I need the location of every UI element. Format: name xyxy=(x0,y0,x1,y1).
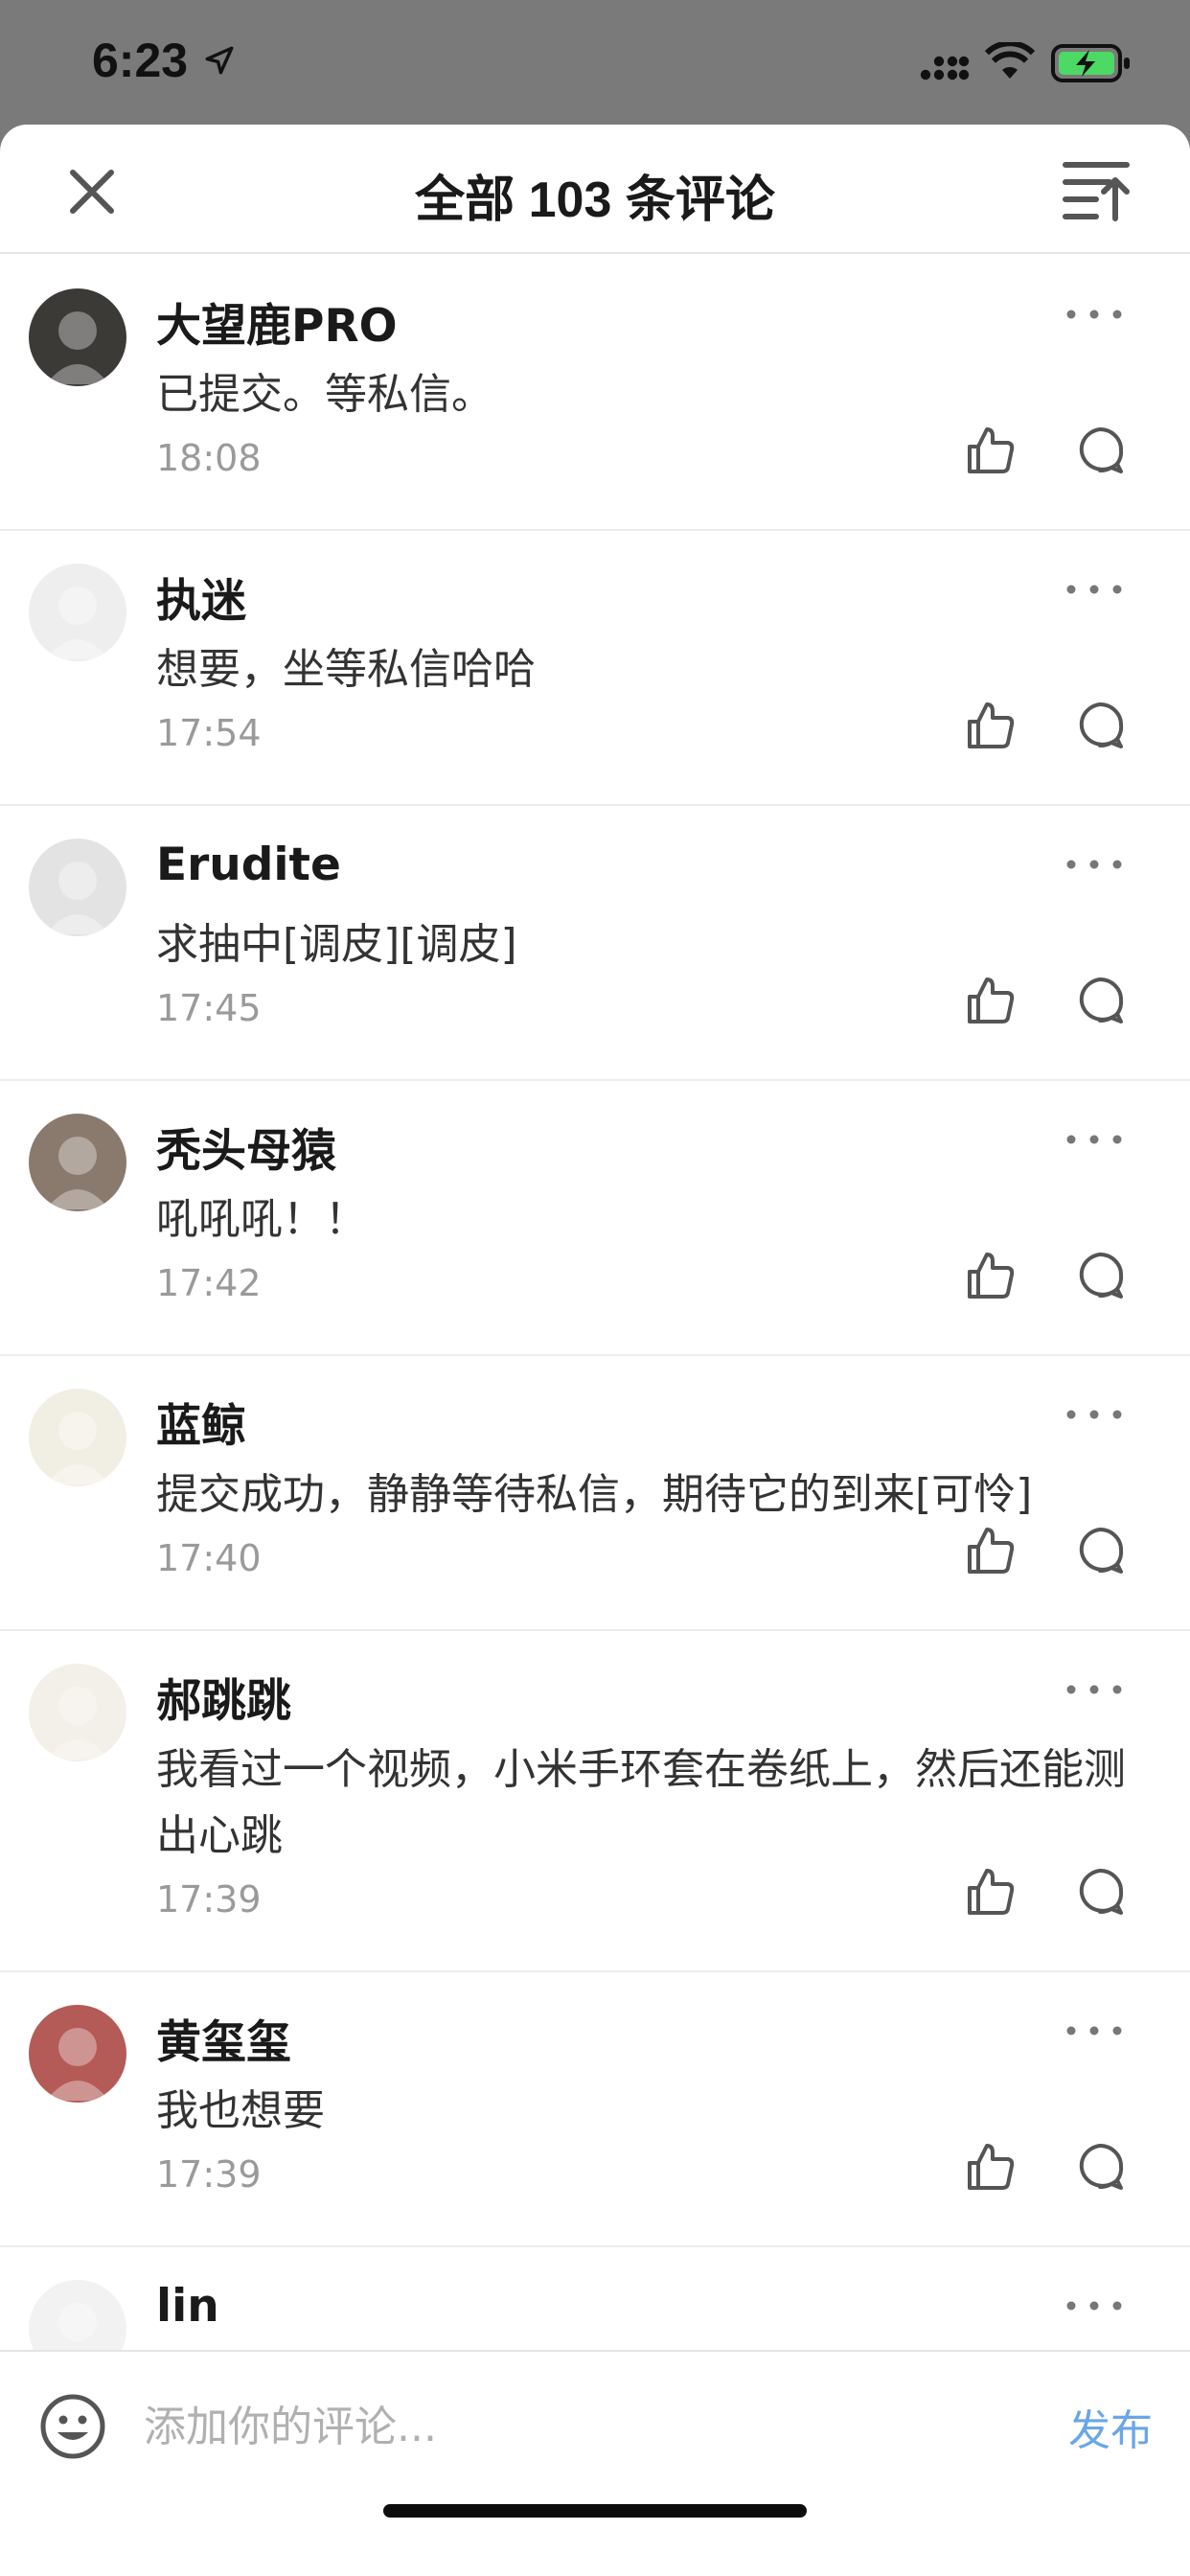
comment-text: 已提交。等私信。 xyxy=(156,370,493,419)
comment-item[interactable]: 秃头母猿 吼吼吼！！ 17:42 xyxy=(0,1081,1190,1356)
avatar[interactable] xyxy=(29,2005,126,2103)
avatar[interactable] xyxy=(29,1389,126,1486)
avatar-image xyxy=(29,1389,126,1486)
more-options-icon[interactable] xyxy=(1064,300,1125,329)
comments-sheet: 全部 103 条评论 大望鹿PRO 已提交。等私信。 18:08 执迷 想要，坐… xyxy=(0,125,1190,2576)
like-icon[interactable] xyxy=(964,2140,1018,2194)
like-icon[interactable] xyxy=(964,974,1018,1027)
comment-time: 17:42 xyxy=(156,1262,262,1304)
reply-icon[interactable] xyxy=(1073,1524,1127,1577)
page-title: 全部 103 条评论 xyxy=(415,172,775,228)
avatar-image xyxy=(29,1664,126,1761)
more-options-icon[interactable] xyxy=(1064,1400,1125,1429)
reply-icon[interactable] xyxy=(1073,974,1127,1027)
reply-icon[interactable] xyxy=(1073,424,1127,477)
comment-text: 想要，坐等私信哈哈 xyxy=(156,645,536,694)
avatar[interactable] xyxy=(29,839,126,936)
comment-text: 提交成功，静静等待私信，期待它的到来[可怜] xyxy=(156,1470,1033,1519)
comment-author[interactable]: lin xyxy=(156,2280,219,2333)
comment-item[interactable]: 郝跳跳 我看过一个视频，小米手环套在卷纸上，然后还能测出心跳 17:39 xyxy=(0,1631,1190,1972)
comment-text: 我看过一个视频，小米手环套在卷纸上，然后还能测出心跳 xyxy=(156,1745,1126,1860)
avatar[interactable] xyxy=(29,1664,126,1761)
comment-item[interactable]: 大望鹿PRO 已提交。等私信。 18:08 xyxy=(0,256,1190,531)
comment-text: 我也想要 xyxy=(156,2086,325,2135)
like-icon[interactable] xyxy=(964,1865,1018,1919)
avatar-image xyxy=(29,2005,126,2103)
comment-author[interactable]: 郝跳跳 xyxy=(156,1664,291,1730)
comment-time: 17:39 xyxy=(156,2153,262,2196)
comment-item[interactable]: 蓝鲸 提交成功，静静等待私信，期待它的到来[可怜] 17:40 xyxy=(0,1356,1190,1631)
comment-input[interactable] xyxy=(144,2390,1006,2463)
more-options-icon[interactable] xyxy=(1064,2016,1125,2045)
more-options-icon[interactable] xyxy=(1064,1675,1125,1704)
reply-icon[interactable] xyxy=(1073,1865,1127,1919)
like-icon[interactable] xyxy=(964,1524,1018,1577)
more-options-icon[interactable] xyxy=(1064,1125,1125,1154)
comment-time: 18:08 xyxy=(156,437,262,479)
comment-text: 吼吼吼！！ xyxy=(156,1195,367,1244)
avatar-image xyxy=(29,288,126,386)
reply-icon[interactable] xyxy=(1073,699,1127,752)
status-bar: 6:23 xyxy=(0,0,1190,125)
avatar[interactable] xyxy=(29,1114,126,1211)
cellular-signal-icon xyxy=(920,56,970,80)
comment-author[interactable]: 黄玺玺 xyxy=(156,2005,291,2071)
comment-time: 17:45 xyxy=(156,987,262,1029)
comment-author[interactable]: 大望鹿PRO xyxy=(156,288,398,355)
comment-item[interactable]: Erudite 求抽中[调皮][调皮] 17:45 xyxy=(0,806,1190,1081)
comment-compose-bar: 发布 xyxy=(0,2350,1190,2576)
like-icon[interactable] xyxy=(964,1249,1018,1302)
comment-list: 大望鹿PRO 已提交。等私信。 18:08 执迷 想要，坐等私信哈哈 17:54… xyxy=(0,256,1190,2378)
home-indicator xyxy=(383,2504,807,2518)
avatar-image xyxy=(29,1114,126,1211)
status-time: 6:23 xyxy=(92,34,189,87)
comment-text: 求抽中[调皮][调皮] xyxy=(156,920,517,969)
comment-author[interactable]: 执迷 xyxy=(156,564,246,630)
battery-charging-icon xyxy=(1051,44,1130,82)
reply-icon[interactable] xyxy=(1073,2140,1127,2194)
comment-item[interactable]: 黄玺玺 我也想要 17:39 xyxy=(0,1972,1190,2247)
comment-time: 17:54 xyxy=(156,712,262,754)
comment-item[interactable]: 执迷 想要，坐等私信哈哈 17:54 xyxy=(0,531,1190,806)
publish-button[interactable]: 发布 xyxy=(1068,2396,1153,2457)
more-options-icon[interactable] xyxy=(1064,850,1125,879)
comment-time: 17:40 xyxy=(156,1537,262,1579)
reply-icon[interactable] xyxy=(1073,1249,1127,1302)
comment-author[interactable]: 蓝鲸 xyxy=(156,1389,246,1455)
sort-icon[interactable] xyxy=(1062,159,1131,222)
more-options-icon[interactable] xyxy=(1064,2291,1125,2320)
comment-time: 17:39 xyxy=(156,1878,262,1920)
avatar[interactable] xyxy=(29,288,126,386)
comment-author[interactable]: 秃头母猿 xyxy=(156,1114,336,1180)
avatar-image xyxy=(29,564,126,661)
more-options-icon[interactable] xyxy=(1064,575,1125,604)
wifi-icon xyxy=(985,42,1035,79)
avatar[interactable] xyxy=(29,564,126,661)
comment-item[interactable]: lin xyxy=(0,2247,1190,2378)
emoji-smile-icon[interactable] xyxy=(38,2392,107,2461)
sheet-header: 全部 103 条评论 xyxy=(0,125,1190,254)
like-icon[interactable] xyxy=(964,424,1018,477)
location-arrow-icon xyxy=(205,46,234,75)
comment-author[interactable]: Erudite xyxy=(156,839,341,891)
like-icon[interactable] xyxy=(964,699,1018,752)
avatar-image xyxy=(29,839,126,936)
